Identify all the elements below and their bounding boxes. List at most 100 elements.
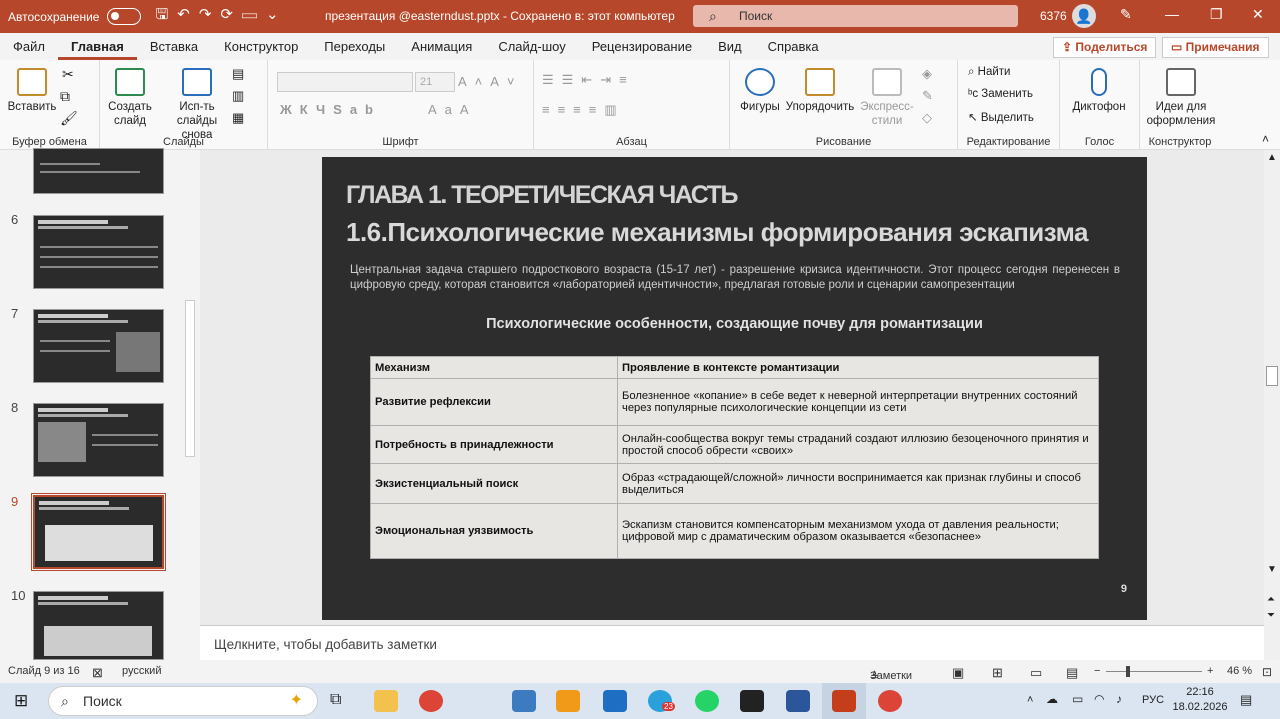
copy-icon[interactable]: ⧉	[60, 88, 70, 105]
task-view-icon[interactable]: ⧉	[330, 691, 341, 709]
share-button[interactable]: ⇪ Поделиться	[1053, 37, 1157, 58]
current-slide[interactable]: ГЛАВА 1. ТЕОРЕТИЧЕСКАЯ ЧАСТЬ 1.6.Психоло…	[322, 157, 1147, 620]
tab-slideshow[interactable]: Слайд-шоу	[485, 33, 578, 60]
design-ideas-button[interactable]: Идеи для оформления	[1144, 68, 1218, 128]
python-icon[interactable]	[512, 690, 536, 712]
reading-view-icon[interactable]: ▭	[1030, 665, 1042, 681]
notes-pane[interactable]: Щелкните, чтобы добавить заметки	[200, 625, 1264, 660]
avatar[interactable]: 👤	[1072, 4, 1096, 28]
scroll-down-icon[interactable]: ▼	[1267, 564, 1277, 575]
clock[interactable]: 22:16 18.02.2026	[1172, 685, 1228, 715]
ribbon-display-icon[interactable]: ✎	[1120, 6, 1132, 23]
battery-icon[interactable]: ▭	[1072, 692, 1083, 707]
tab-insert[interactable]: Вставка	[137, 33, 211, 60]
close-icon[interactable]: ✕	[1252, 6, 1264, 23]
quick-access-toolbar[interactable]: 🖫↶↷⟳▭⌄	[155, 4, 287, 29]
shape-effects-icon[interactable]: ◇	[922, 110, 932, 126]
tab-animations[interactable]: Анимация	[398, 33, 485, 60]
zoom-in-icon[interactable]: +	[1207, 665, 1213, 677]
whatsapp-icon[interactable]	[695, 690, 719, 712]
file-explorer-icon[interactable]	[374, 690, 398, 712]
reset-icon[interactable]: ▥	[232, 88, 244, 104]
quick-styles-button[interactable]: Экспресс-стили	[856, 68, 918, 128]
list-buttons[interactable]: ☰☰⇤⇥≡	[542, 72, 635, 88]
volume-icon[interactable]: ♪	[1116, 692, 1122, 707]
section-icon[interactable]: ▦	[232, 110, 244, 126]
outlook-icon[interactable]	[603, 690, 627, 712]
maximize-icon[interactable]: ❐	[1210, 6, 1223, 23]
app-icon[interactable]	[740, 690, 764, 712]
tab-home[interactable]: Главная	[57, 33, 137, 60]
chrome-profile-icon[interactable]	[878, 690, 902, 712]
thumbnails-scrollbar[interactable]	[185, 300, 195, 457]
font-color-buttons[interactable]: AaA	[428, 102, 477, 117]
zoom-slider-thumb[interactable]	[1126, 666, 1130, 677]
search-box[interactable]: ⌕ Поиск	[693, 5, 1018, 27]
cut-icon[interactable]: ✂	[62, 66, 74, 83]
arrange-button[interactable]: Упорядочить	[784, 68, 856, 114]
find-button[interactable]: ⌕ Найти	[968, 66, 1010, 79]
font-size-buttons[interactable]: A˄A˅	[458, 74, 523, 89]
cloud-icon[interactable]: ☁	[1046, 692, 1058, 707]
tab-review[interactable]: Рецензирование	[579, 33, 705, 60]
dictate-button[interactable]: Диктофон	[1066, 68, 1132, 114]
comments-button[interactable]: ▭ Примечания	[1162, 37, 1269, 58]
windows-start-icon[interactable]: ⊞	[14, 691, 28, 711]
font-format-buttons[interactable]: ЖКЧSab	[280, 102, 381, 117]
collapse-ribbon-icon[interactable]: ˄	[1262, 132, 1269, 146]
new-slide-button[interactable]: Создать слайд	[106, 68, 154, 128]
slide-heading-section[interactable]: 1.6.Психологические механизмы формирован…	[346, 217, 1088, 248]
slide-thumbnail-7[interactable]	[33, 309, 164, 383]
slide-thumbnail-10[interactable]	[33, 591, 164, 660]
accessibility-icon[interactable]: ⊠	[92, 665, 103, 681]
minimize-icon[interactable]: —	[1165, 6, 1179, 22]
font-size-box[interactable]: 21	[415, 72, 455, 92]
sublime-icon[interactable]	[556, 690, 580, 712]
slide-intro-text[interactable]: Центральная задача старшего подростковог…	[350, 263, 1120, 293]
slide-thumbnail-6[interactable]	[33, 215, 164, 289]
scroll-up-icon[interactable]: ▲	[1267, 152, 1277, 163]
slide-subtitle[interactable]: Психологические особенности, создающие п…	[322, 316, 1147, 332]
zoom-slider[interactable]	[1106, 671, 1202, 672]
word-icon[interactable]	[786, 690, 810, 712]
shape-outline-icon[interactable]: ✎	[922, 88, 933, 104]
taskbar-search[interactable]: ⌕ Поиск ✦	[48, 686, 318, 716]
zoom-out-icon[interactable]: −	[1094, 665, 1100, 677]
paste-button[interactable]: Вставить	[6, 68, 58, 114]
notifications-icon[interactable]: ▤	[1240, 692, 1252, 707]
tab-file[interactable]: Файл	[0, 33, 58, 60]
layout-icon[interactable]: ▤	[232, 66, 244, 82]
slide-sorter-icon[interactable]: ⊞	[992, 665, 1003, 681]
slide-thumbnail-5[interactable]	[33, 148, 164, 194]
format-painter-icon[interactable]: 🖌	[60, 110, 78, 127]
keyboard-language[interactable]: РУС	[1142, 693, 1164, 708]
slide-thumbnail-9[interactable]	[31, 493, 166, 571]
slideshow-icon[interactable]: ▤	[1066, 665, 1078, 681]
mechanisms-table[interactable]: Механизм Проявление в контексте романтиз…	[370, 356, 1099, 559]
slide-thumbnail-8[interactable]	[33, 403, 164, 477]
tab-help[interactable]: Справка	[755, 33, 832, 60]
align-buttons[interactable]: ≡≡≡≡▥	[542, 102, 625, 118]
zoom-level[interactable]: 46 %	[1227, 665, 1252, 677]
chrome-icon[interactable]	[419, 690, 443, 712]
tab-transitions[interactable]: Переходы	[311, 33, 398, 60]
next-slide-icon[interactable]: ⏷	[1267, 610, 1275, 621]
slide-heading-chapter[interactable]: ГЛАВА 1. ТЕОРЕТИЧЕСКАЯ ЧАСТЬ	[346, 181, 738, 210]
vertical-scrollbar[interactable]	[1264, 150, 1280, 660]
reuse-slides-button[interactable]: Исп-ть слайды снова	[164, 68, 230, 142]
prev-slide-icon[interactable]: ⏶	[1267, 594, 1275, 605]
autosave-toggle[interactable]	[107, 8, 142, 25]
telegram-icon[interactable]: 23	[648, 690, 675, 712]
shape-fill-icon[interactable]: ◈	[922, 66, 932, 82]
shapes-button[interactable]: Фигуры	[736, 68, 784, 114]
fit-slide-icon[interactable]: ⊡	[1262, 665, 1272, 679]
language-indicator[interactable]: русский	[122, 665, 161, 677]
vertical-scroll-thumb[interactable]	[1266, 366, 1278, 386]
normal-view-icon[interactable]: ▣	[952, 665, 964, 681]
tab-view[interactable]: Вид	[705, 33, 755, 60]
select-button[interactable]: ↖ Выделить	[968, 110, 1034, 124]
replace-button[interactable]: ᵇc Заменить	[968, 88, 1033, 100]
wifi-icon[interactable]: ◠	[1094, 692, 1104, 707]
powerpoint-icon[interactable]	[832, 690, 856, 712]
tab-design[interactable]: Конструктор	[211, 33, 311, 60]
